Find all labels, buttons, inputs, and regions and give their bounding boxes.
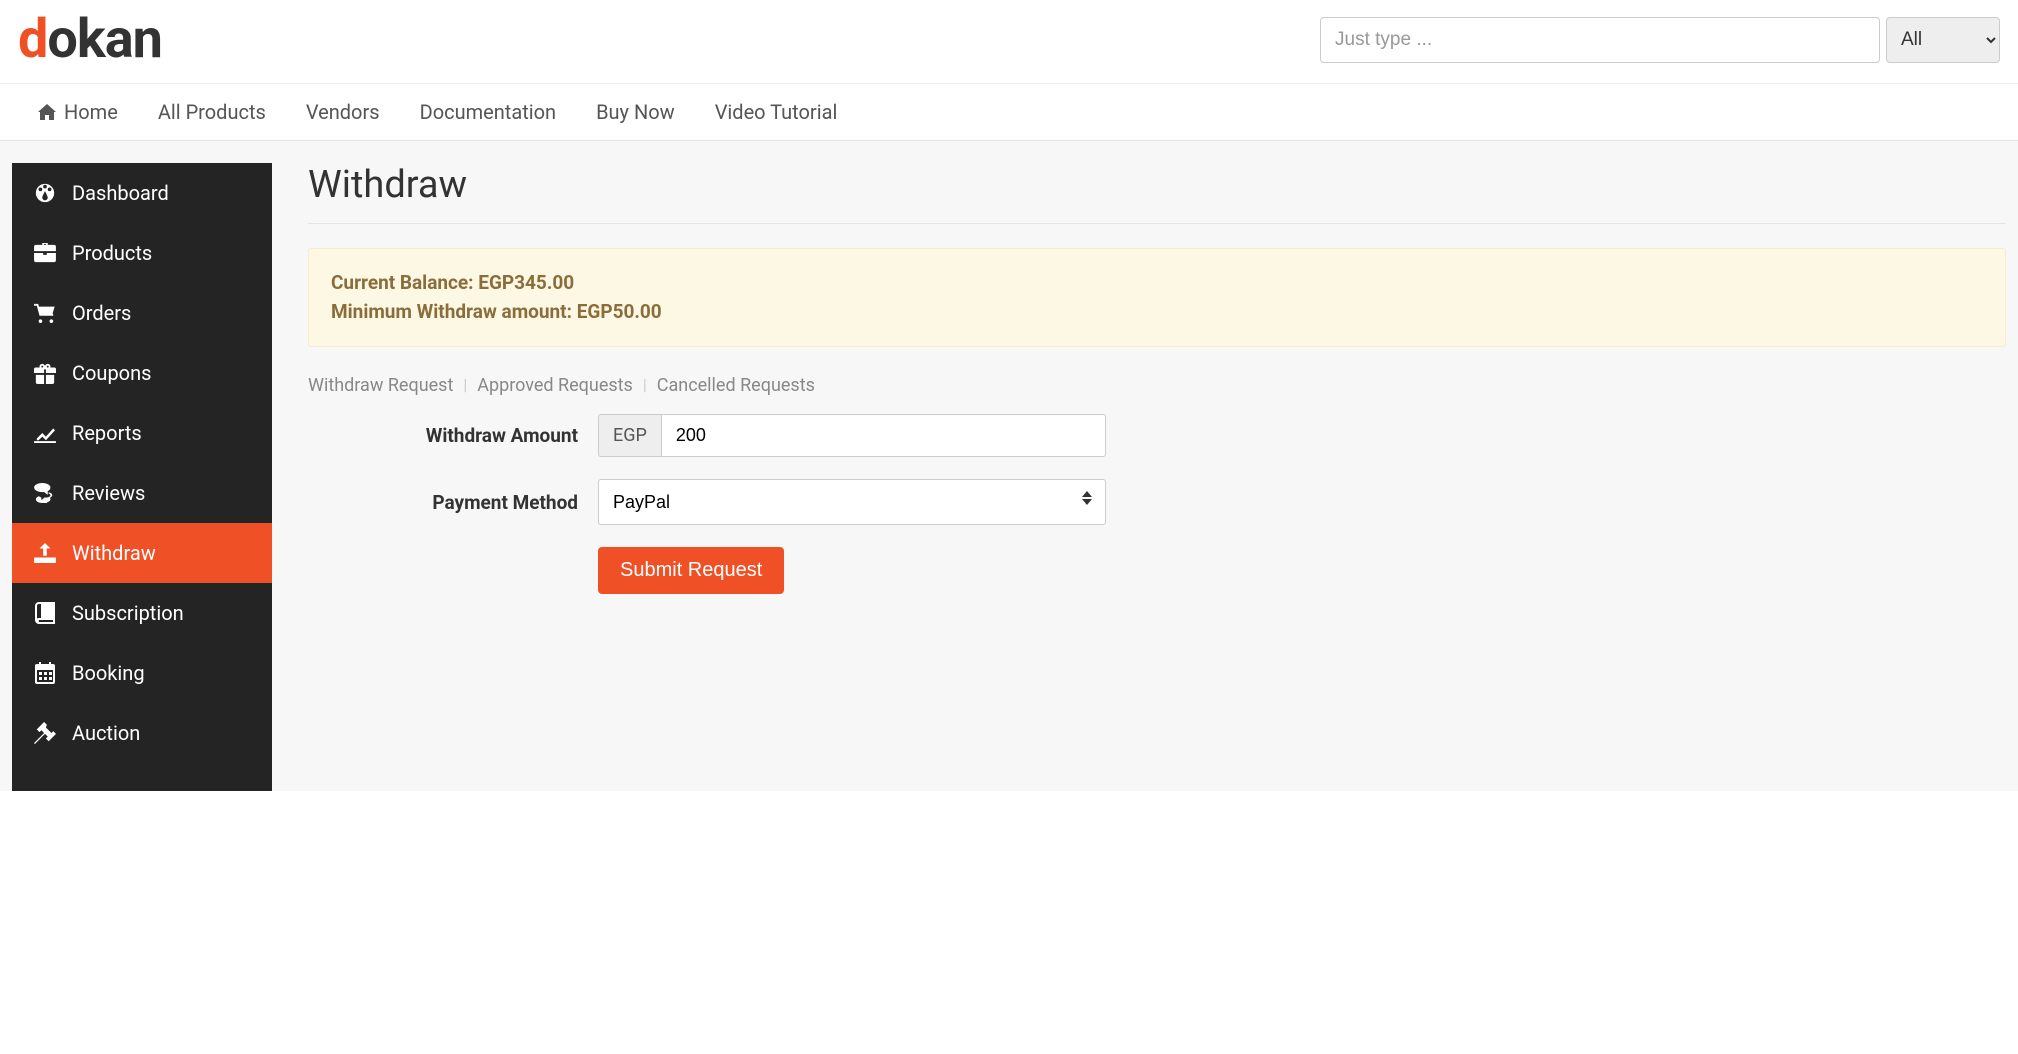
search-filter-select[interactable]: All [1886, 17, 2000, 63]
sidebar-item-label: Auction [72, 721, 140, 745]
sidebar-item-label: Orders [72, 301, 131, 325]
sidebar-item-coupons[interactable]: Coupons [12, 343, 272, 403]
tab-withdraw-request[interactable]: Withdraw Request [308, 375, 453, 396]
dashboard-icon [30, 182, 60, 204]
layout: Dashboard Products Orders Coupons Report… [0, 141, 2018, 791]
payment-method-select[interactable]: PayPal [598, 479, 1106, 525]
nav-vendors[interactable]: Vendors [286, 84, 400, 140]
chat-icon [30, 483, 60, 503]
nav-documentation[interactable]: Documentation [400, 84, 577, 140]
nav-home-label: Home [64, 100, 118, 124]
tab-separator: | [463, 375, 467, 396]
logo-rest: okan [47, 8, 162, 71]
sub-tabs: Withdraw Request | Approved Requests | C… [308, 375, 2006, 396]
home-icon [38, 104, 56, 120]
sidebar-item-reports[interactable]: Reports [12, 403, 272, 463]
balance-alert: Current Balance: EGP345.00 Minimum Withd… [308, 248, 2006, 347]
sidebar-item-orders[interactable]: Orders [12, 283, 272, 343]
tab-separator: | [643, 375, 647, 396]
upload-icon [30, 543, 60, 563]
book-icon [30, 602, 60, 624]
sidebar-item-dashboard[interactable]: Dashboard [12, 163, 272, 223]
cart-icon [30, 303, 60, 323]
tab-cancelled-requests[interactable]: Cancelled Requests [657, 375, 815, 396]
gift-icon [30, 362, 60, 384]
main-content: Withdraw Current Balance: EGP345.00 Mini… [272, 163, 2006, 791]
tab-approved-requests[interactable]: Approved Requests [477, 375, 633, 396]
page-title: Withdraw [308, 163, 2006, 224]
method-row: Payment Method PayPal [308, 479, 2006, 525]
logo-d: d [18, 8, 47, 71]
min-withdraw-line: Minimum Withdraw amount: EGP50.00 [331, 298, 1983, 327]
amount-row: Withdraw Amount EGP [308, 414, 2006, 457]
sidebar-item-products[interactable]: Products [12, 223, 272, 283]
sidebar-item-subscription[interactable]: Subscription [12, 583, 272, 643]
nav-home[interactable]: Home [18, 84, 138, 140]
search-input[interactable] [1320, 17, 1880, 63]
sidebar-item-label: Reviews [72, 481, 145, 505]
sidebar-item-label: Products [72, 241, 152, 265]
search-bar: All [1320, 17, 2000, 63]
sidebar-item-reviews[interactable]: Reviews [12, 463, 272, 523]
sidebar-item-withdraw[interactable]: Withdraw [12, 523, 272, 583]
chart-icon [30, 423, 60, 443]
currency-addon: EGP [598, 414, 661, 457]
top-nav: Home All Products Vendors Documentation … [0, 84, 2018, 141]
logo: dokan [18, 8, 162, 71]
sidebar-item-label: Subscription [72, 601, 184, 625]
amount-label: Withdraw Amount [308, 424, 598, 447]
submit-row: . Submit Request [308, 547, 2006, 594]
header: dokan All [0, 0, 2018, 84]
briefcase-icon [30, 243, 60, 263]
withdraw-amount-input[interactable] [661, 414, 1106, 457]
method-label: Payment Method [308, 491, 598, 514]
nav-video-tutorial[interactable]: Video Tutorial [695, 84, 858, 140]
current-balance-line: Current Balance: EGP345.00 [331, 269, 1983, 298]
gavel-icon [30, 722, 60, 744]
sidebar-item-label: Booking [72, 661, 145, 685]
calendar-icon [30, 662, 60, 684]
submit-request-button[interactable]: Submit Request [598, 547, 784, 594]
nav-buy-now[interactable]: Buy Now [576, 84, 695, 140]
sidebar-item-label: Withdraw [72, 541, 156, 565]
sidebar: Dashboard Products Orders Coupons Report… [12, 163, 272, 791]
sidebar-item-label: Coupons [72, 361, 151, 385]
sidebar-item-booking[interactable]: Booking [12, 643, 272, 703]
nav-all-products[interactable]: All Products [138, 84, 286, 140]
sidebar-item-label: Dashboard [72, 181, 169, 205]
sidebar-item-auction[interactable]: Auction [12, 703, 272, 763]
sidebar-item-label: Reports [72, 421, 142, 445]
